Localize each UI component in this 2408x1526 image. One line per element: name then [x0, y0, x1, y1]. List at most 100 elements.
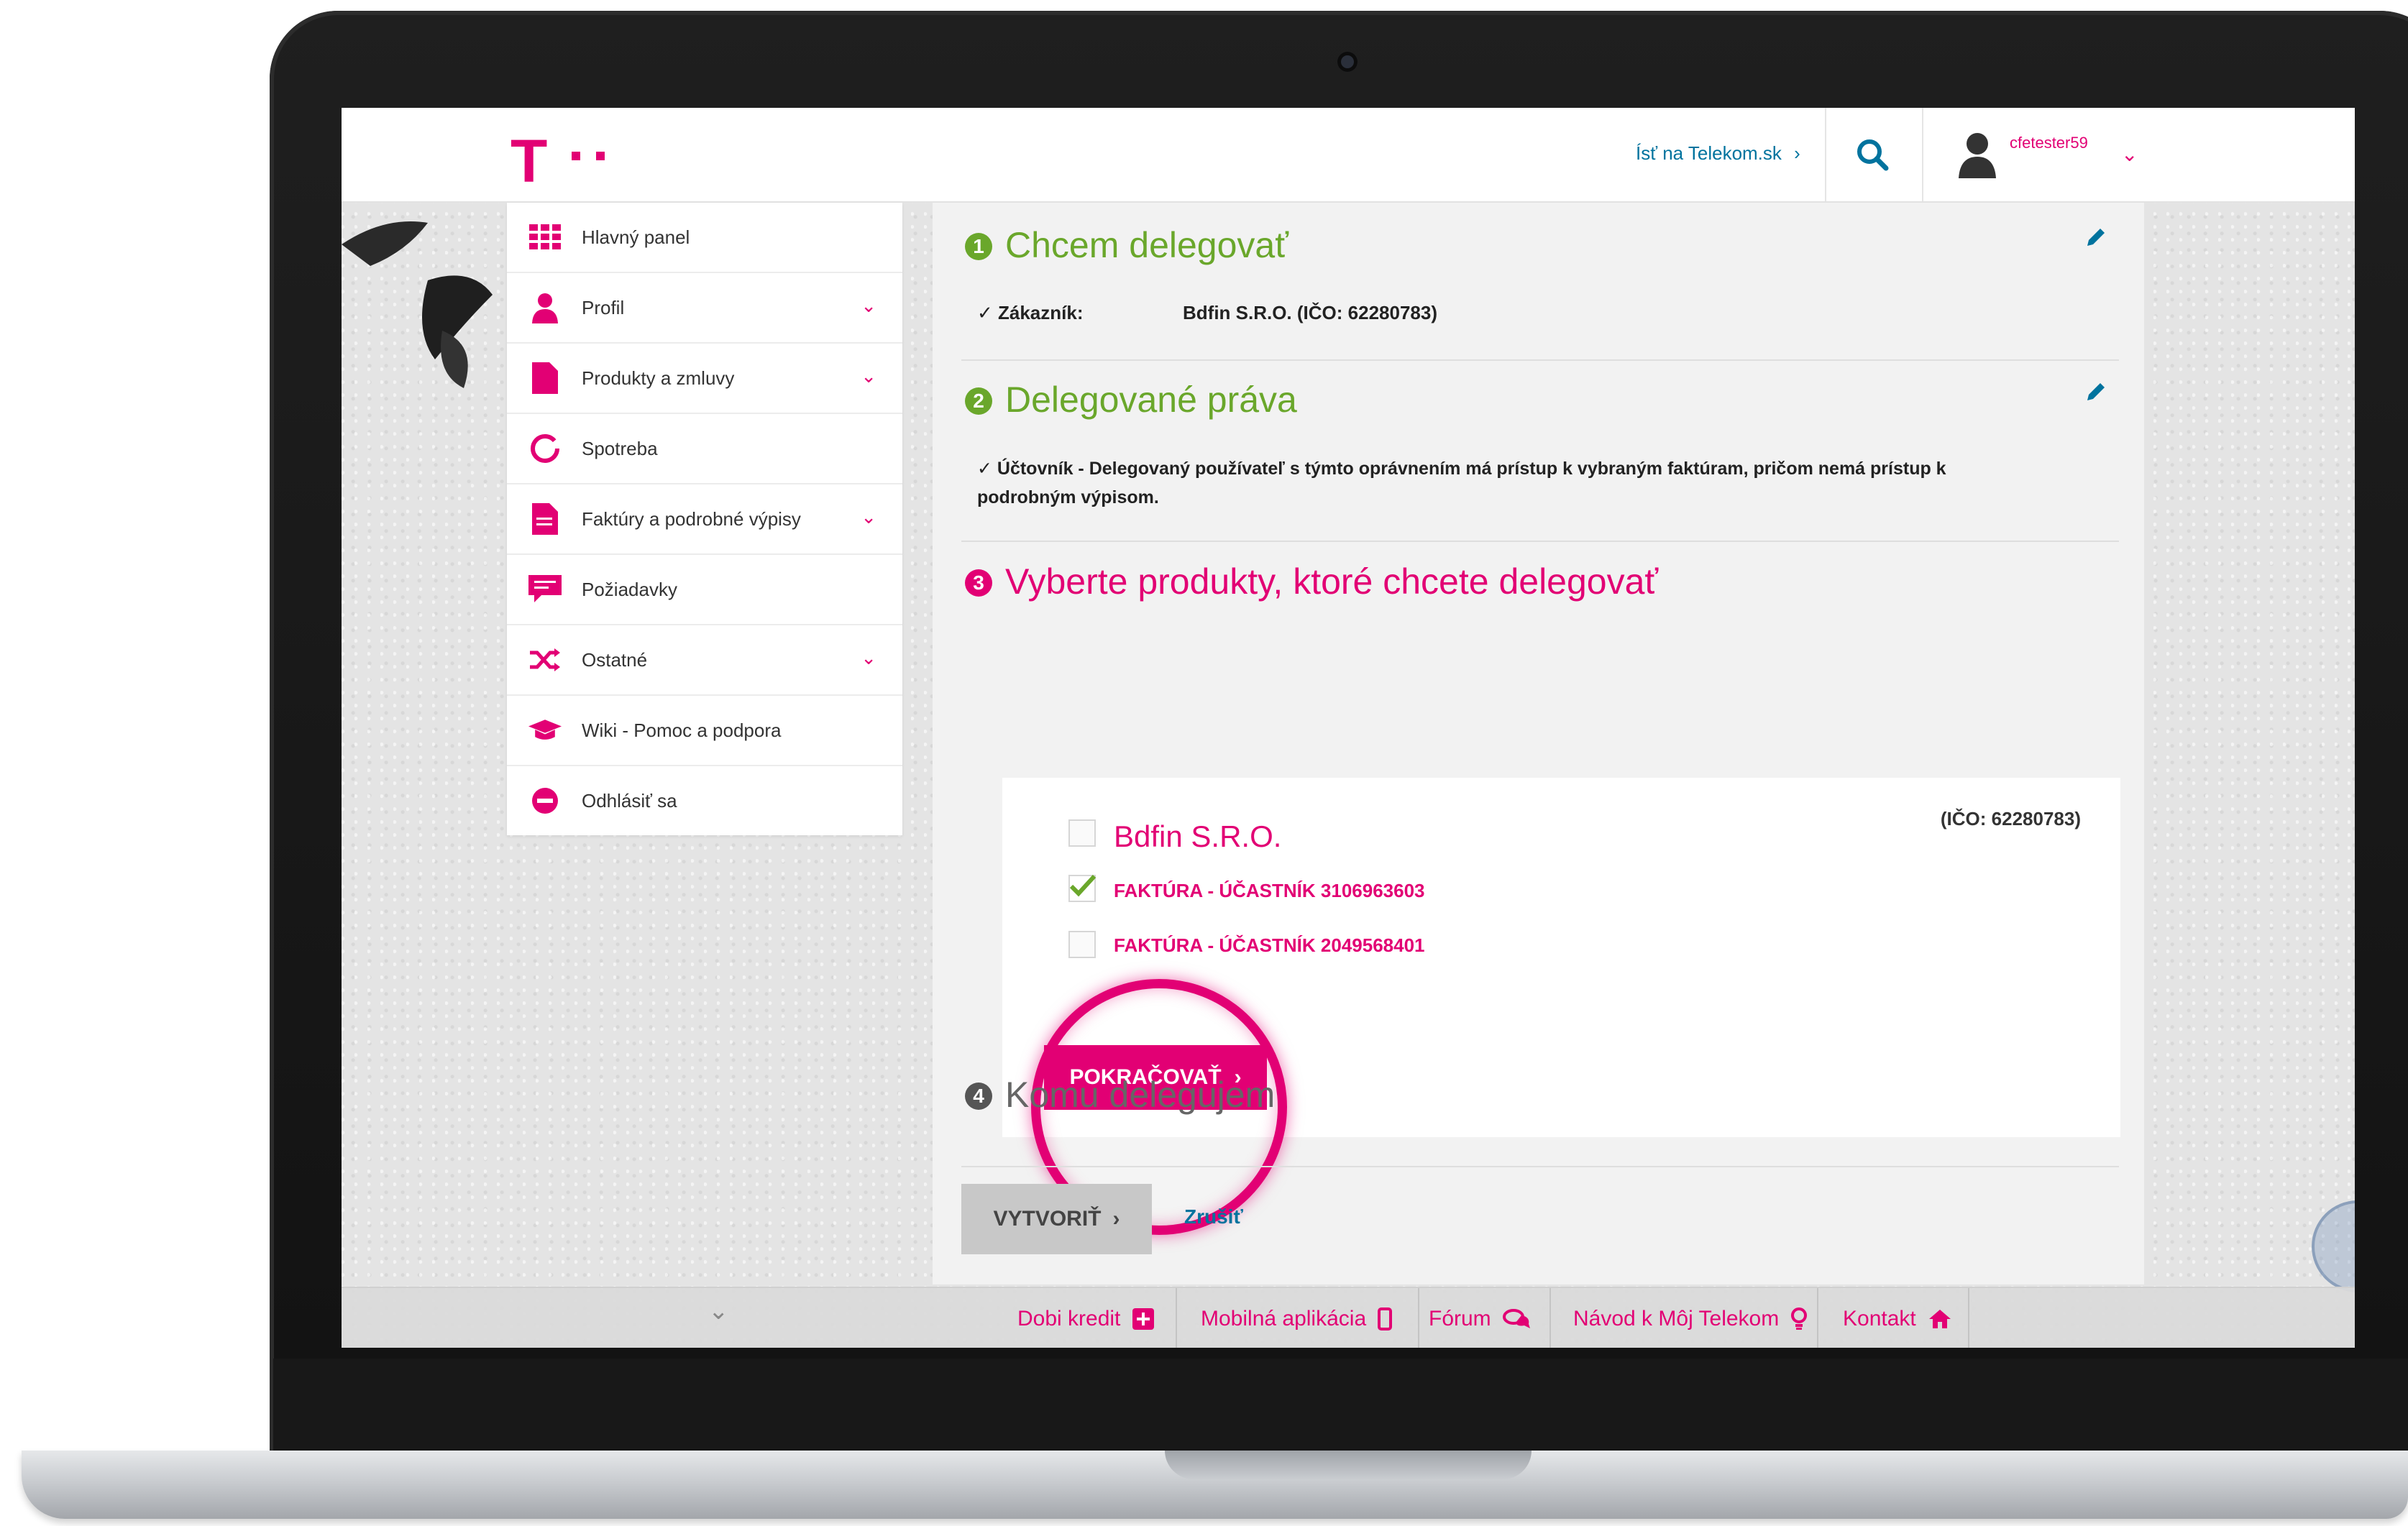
chevron-down-icon: ⌄ — [861, 365, 876, 387]
sidebar-item-spotreba[interactable]: Spotreba — [507, 414, 902, 484]
search-icon — [1857, 139, 1889, 171]
footer-separator — [1176, 1288, 1177, 1348]
create-button-label: VYTVORIŤ — [993, 1207, 1102, 1231]
sidebar-item-label: Profil — [582, 296, 625, 318]
sidebar-item-hlavny-panel[interactable]: Hlavný panel — [507, 203, 902, 273]
step-number: 1 — [965, 233, 992, 260]
sidebar-item-ostatne[interactable]: Ostatné ⌄ — [507, 625, 902, 696]
home-icon — [1928, 1308, 1952, 1330]
chevron-down-icon[interactable]: ⌄ — [708, 1297, 729, 1325]
sidebar-nav: Hlavný panel Profil ⌄ Produkty a zmluvy … — [507, 203, 902, 835]
comments-icon — [1502, 1308, 1532, 1330]
chevron-down-icon: ⌄ — [861, 506, 876, 528]
telekom-sk-link-label: Ísť na Telekom.sk — [1636, 142, 1782, 164]
create-button[interactable]: VYTVORIŤ › — [961, 1184, 1152, 1254]
sidebar-item-produkty[interactable]: Produkty a zmluvy ⌄ — [507, 344, 902, 414]
laptop-chin — [273, 1359, 2408, 1452]
footer-item-label: Návod k Môj Telekom — [1573, 1306, 1780, 1330]
step-3-title: 3 Vyberte produkty, ktoré chcete delegova… — [965, 561, 1658, 602]
divider — [961, 541, 2119, 542]
top-header: T Ísť na Telekom.sk › cfetester59 ⌄ — [342, 108, 2355, 203]
step-number: 4 — [965, 1083, 992, 1110]
chevron-right-icon: › — [1794, 142, 1800, 164]
footer-separator — [1549, 1288, 1551, 1348]
footer-item-forum[interactable]: Fórum — [1429, 1288, 1532, 1348]
step-1-title: 1 Chcem delegovať — [965, 224, 1288, 266]
footer-bar: ⌄ Dobi kredit Mobilná aplikácia Fórum Ná… — [342, 1287, 2355, 1348]
plus-square-icon — [1132, 1307, 1155, 1330]
sidebar-item-poziadavky[interactable]: Požiadavky — [507, 555, 902, 625]
laptop-notch — [1165, 1451, 1532, 1479]
user-menu[interactable] — [1956, 129, 1999, 183]
header-divider — [1922, 108, 1923, 201]
sidebar-item-faktury[interactable]: Faktúry a podrobné výpisy ⌄ — [507, 484, 902, 555]
step-number: 2 — [965, 387, 992, 415]
footer-item-navod[interactable]: Návod k Môj Telekom — [1573, 1288, 1808, 1348]
graduation-cap-icon — [528, 714, 562, 747]
screen: T Ísť na Telekom.sk › cfetester59 ⌄ Hlav… — [342, 108, 2355, 1348]
sidebar-item-label: Produkty a zmluvy — [582, 367, 735, 389]
username[interactable]: cfetester59 — [2010, 134, 2088, 152]
document-icon — [528, 362, 562, 395]
sidebar-item-label: Ostatné — [582, 648, 648, 671]
footer-item-label: Kontakt — [1843, 1306, 1916, 1330]
step-title-text: Komu delegujem — [1005, 1075, 1276, 1115]
chevron-down-icon[interactable]: ⌄ — [2121, 142, 2138, 166]
footer-item-dobi-kredit[interactable]: Dobi kredit — [1017, 1288, 1155, 1348]
footer-item-mobilna-aplikacia[interactable]: Mobilná aplikácia — [1201, 1288, 1393, 1348]
sidebar-item-label: Spotreba — [582, 437, 658, 459]
company-ico: (IČO: 62280783) — [1940, 808, 2081, 829]
webcam — [1337, 52, 1358, 72]
checkmark-icon — [1069, 874, 1097, 897]
footer-separator — [1968, 1288, 1969, 1348]
grid-icon — [528, 221, 562, 254]
seaweed-decoration — [342, 221, 493, 388]
footer-item-kontakt[interactable]: Kontakt — [1843, 1288, 1952, 1348]
cancel-link[interactable]: Zrušiť — [1184, 1205, 1243, 1228]
product-item-1[interactable]: FAKTÚRA - ÚČASTNÍK 3106963603 — [1114, 880, 1425, 902]
shuffle-icon — [528, 643, 562, 676]
footer-item-label: Fórum — [1429, 1306, 1491, 1330]
chevron-down-icon: ⌄ — [861, 295, 876, 316]
customer-value: Bdfin S.R.O. (IČO: 62280783) — [1183, 302, 1437, 323]
lightbulb-icon — [1790, 1307, 1808, 1331]
sidebar-item-label: Požiadavky — [582, 578, 677, 600]
footer-separator — [1817, 1288, 1818, 1348]
sidebar-item-wiki[interactable]: Wiki - Pomoc a podpora — [507, 696, 902, 766]
delegation-form: 1 Chcem delegovať ✓ Zákazník: Bdfin S.R.O… — [933, 203, 2144, 1284]
step-title-text: Vyberte produkty, ktoré chcete delegovať — [1005, 561, 1659, 602]
customer-label: ✓ Zákazník: — [977, 302, 1084, 323]
chevron-right-icon: › — [1112, 1207, 1120, 1231]
edit-pencil-icon[interactable] — [2083, 379, 2109, 405]
sidebar-item-label: Wiki - Pomoc a podpora — [582, 719, 782, 741]
footer-item-label: Mobilná aplikácia — [1201, 1306, 1367, 1330]
chat-request-icon — [528, 573, 562, 606]
sidebar-item-label: Odhlásiť sa — [582, 789, 677, 812]
search-button[interactable] — [1851, 134, 1895, 177]
logo-dots — [572, 151, 621, 164]
edit-pencil-icon[interactable] — [2083, 224, 2109, 250]
footer-item-label: Dobi kredit — [1017, 1306, 1121, 1330]
divider — [961, 359, 2119, 361]
step-title-text: Delegované práva — [1005, 380, 1297, 420]
sidebar-item-label: Hlavný panel — [582, 226, 690, 248]
user-icon — [528, 291, 562, 324]
invoice-icon — [528, 502, 562, 536]
header-divider — [1825, 108, 1826, 201]
product-item-2[interactable]: FAKTÚRA - ÚČASTNÍK 2049568401 — [1114, 934, 1425, 957]
sidebar-item-profil[interactable]: Profil ⌄ — [507, 273, 902, 344]
product-checkbox-checked[interactable] — [1068, 874, 1097, 902]
step-title-text: Chcem delegovať — [1005, 225, 1288, 265]
chevron-down-icon: ⌄ — [861, 647, 876, 668]
step-number: 3 — [965, 569, 992, 597]
sidebar-item-odhlasit[interactable]: Odhlásiť sa — [507, 766, 902, 835]
telekom-sk-link[interactable]: Ísť na Telekom.sk › — [1636, 142, 1800, 165]
product-checkbox[interactable] — [1068, 931, 1096, 958]
divider — [961, 1166, 2119, 1167]
company-checkbox[interactable] — [1068, 819, 1096, 847]
phone-icon — [1378, 1307, 1393, 1330]
logout-icon — [528, 784, 562, 817]
sidebar-item-label: Faktúry a podrobné výpisy — [582, 507, 801, 530]
company-name: Bdfin S.R.O. — [1114, 819, 1282, 853]
telekom-logo[interactable]: T — [511, 127, 550, 196]
